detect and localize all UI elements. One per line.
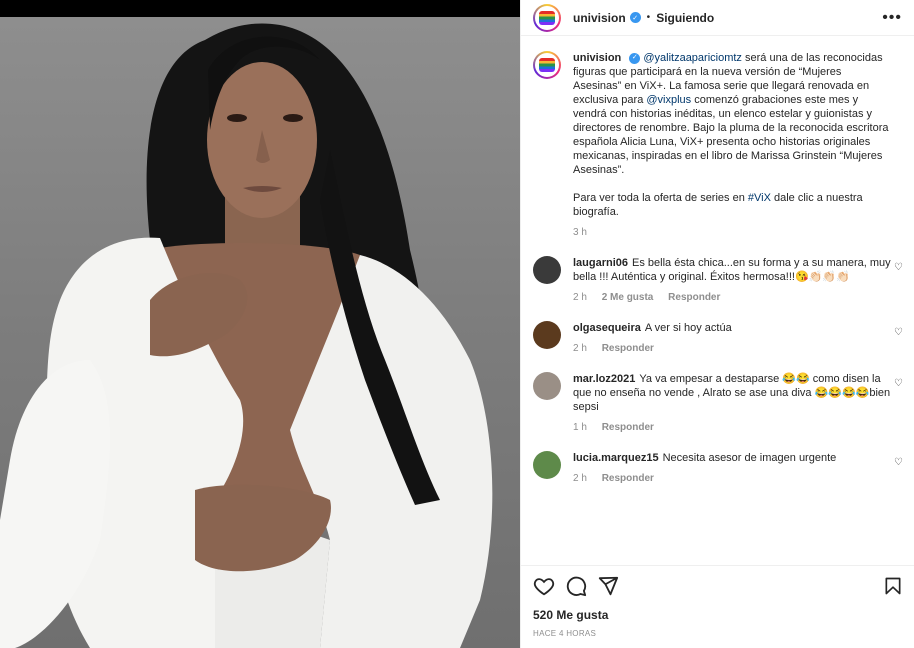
caption-row: univision ✓ @yalitzaapariciomtz será una … [533, 51, 903, 238]
like-comment-heart-icon[interactable]: ♡ [894, 378, 903, 389]
comments-list[interactable]: univision ✓ @yalitzaapariciomtz será una … [521, 37, 914, 565]
univision-logo-icon [539, 10, 555, 25]
comment-username[interactable]: lucia.marquez15 [573, 452, 659, 464]
comment-time[interactable]: 1 h [573, 422, 587, 433]
comment-time[interactable]: 2 h [573, 292, 587, 303]
comment-body: Necesita asesor de imagen urgente [662, 452, 837, 464]
comment-time[interactable]: 2 h [573, 343, 587, 354]
caption-body-2: comenzó grabaciones este mes y vendrá co… [573, 94, 889, 176]
verified-badge-icon: ✓ [629, 52, 641, 64]
comment-row: lucia.marquez15 Necesita asesor de imagen… [533, 451, 903, 484]
commenter-avatar[interactable] [533, 372, 561, 400]
univision-logo-icon [539, 58, 555, 72]
like-comment-heart-icon[interactable]: ♡ [894, 327, 903, 338]
commenter-avatar[interactable] [533, 321, 561, 349]
comment-meta: 1 h Responder [573, 422, 891, 433]
post-header: univision ✓ • Siguiendo ••• [521, 0, 914, 36]
comment-time[interactable]: 2 h [573, 473, 587, 484]
comment-username[interactable]: laugarni06 [573, 257, 628, 269]
verified-badge-icon: ✓ [629, 12, 641, 23]
likes-count[interactable]: 520 Me gusta [533, 608, 903, 622]
caption-time[interactable]: 3 h [573, 227, 587, 238]
comment-meta: 2 h Responder [573, 473, 891, 484]
comment-likes[interactable]: 2 Me gusta [602, 292, 654, 303]
comment-meta: 2 h 2 Me gusta Responder [573, 292, 891, 303]
like-comment-heart-icon[interactable]: ♡ [894, 262, 903, 273]
reply-button[interactable]: Responder [602, 422, 654, 433]
comment-row: laugarni06 Es bella ésta chica...en su fo… [533, 256, 903, 303]
author-avatar[interactable] [533, 3, 561, 32]
comment-text: mar.loz2021 Ya va empesar a destaparse 😂😂… [573, 372, 891, 414]
comment-text: laugarni06 Es bella ésta chica...en su fo… [573, 256, 891, 284]
bookmark-icon[interactable] [883, 575, 903, 597]
commenter-avatar[interactable] [533, 256, 561, 284]
heart-icon[interactable] [533, 575, 555, 597]
post-photo[interactable] [0, 0, 520, 648]
comment-text: lucia.marquez15 Necesita asesor de imagen… [573, 451, 891, 465]
like-comment-heart-icon[interactable]: ♡ [894, 457, 903, 468]
comment-username[interactable]: olgasequeira [573, 322, 641, 334]
commenter-avatar[interactable] [533, 451, 561, 479]
comment-row: mar.loz2021 Ya va empesar a destaparse 😂😂… [533, 372, 903, 433]
caption-body-3: Para ver toda la oferta de series en [573, 192, 748, 204]
comment-username[interactable]: mar.loz2021 [573, 373, 635, 385]
comment-body: A ver si hoy actúa [644, 322, 732, 334]
comment-meta: 2 h Responder [573, 343, 891, 354]
post-timestamp[interactable]: HACE 4 HORAS [533, 629, 903, 638]
comment-text: olgasequeira A ver si hoy actúa [573, 321, 891, 335]
share-icon[interactable] [597, 575, 619, 597]
comment-row: olgasequeira A ver si hoy actúa 2 h Respo… [533, 321, 903, 354]
reply-button[interactable]: Responder [602, 343, 654, 354]
separator-dot: • [646, 12, 651, 23]
portrait-illustration [0, 23, 493, 648]
caption-avatar[interactable] [533, 51, 561, 79]
caption-meta: 3 h [573, 227, 891, 238]
more-options-icon[interactable]: ••• [882, 9, 902, 27]
post-panel: univision ✓ • Siguiendo ••• univision ✓ @… [520, 0, 914, 648]
caption-username[interactable]: univision [573, 52, 621, 64]
caption-text: univision ✓ @yalitzaapariciomtz será una … [573, 51, 891, 219]
mention-link-2[interactable]: @vixplus [646, 94, 691, 106]
reply-button[interactable]: Responder [668, 292, 720, 303]
post-actions: 520 Me gusta HACE 4 HORAS [521, 565, 914, 648]
reply-button[interactable]: Responder [602, 473, 654, 484]
following-button[interactable]: Siguiendo [656, 11, 714, 25]
hashtag-link[interactable]: #ViX [748, 192, 771, 204]
comment-icon[interactable] [565, 575, 587, 597]
author-username[interactable]: univision [573, 11, 626, 25]
mention-link[interactable]: @yalitzaapariciomtz [643, 52, 742, 64]
